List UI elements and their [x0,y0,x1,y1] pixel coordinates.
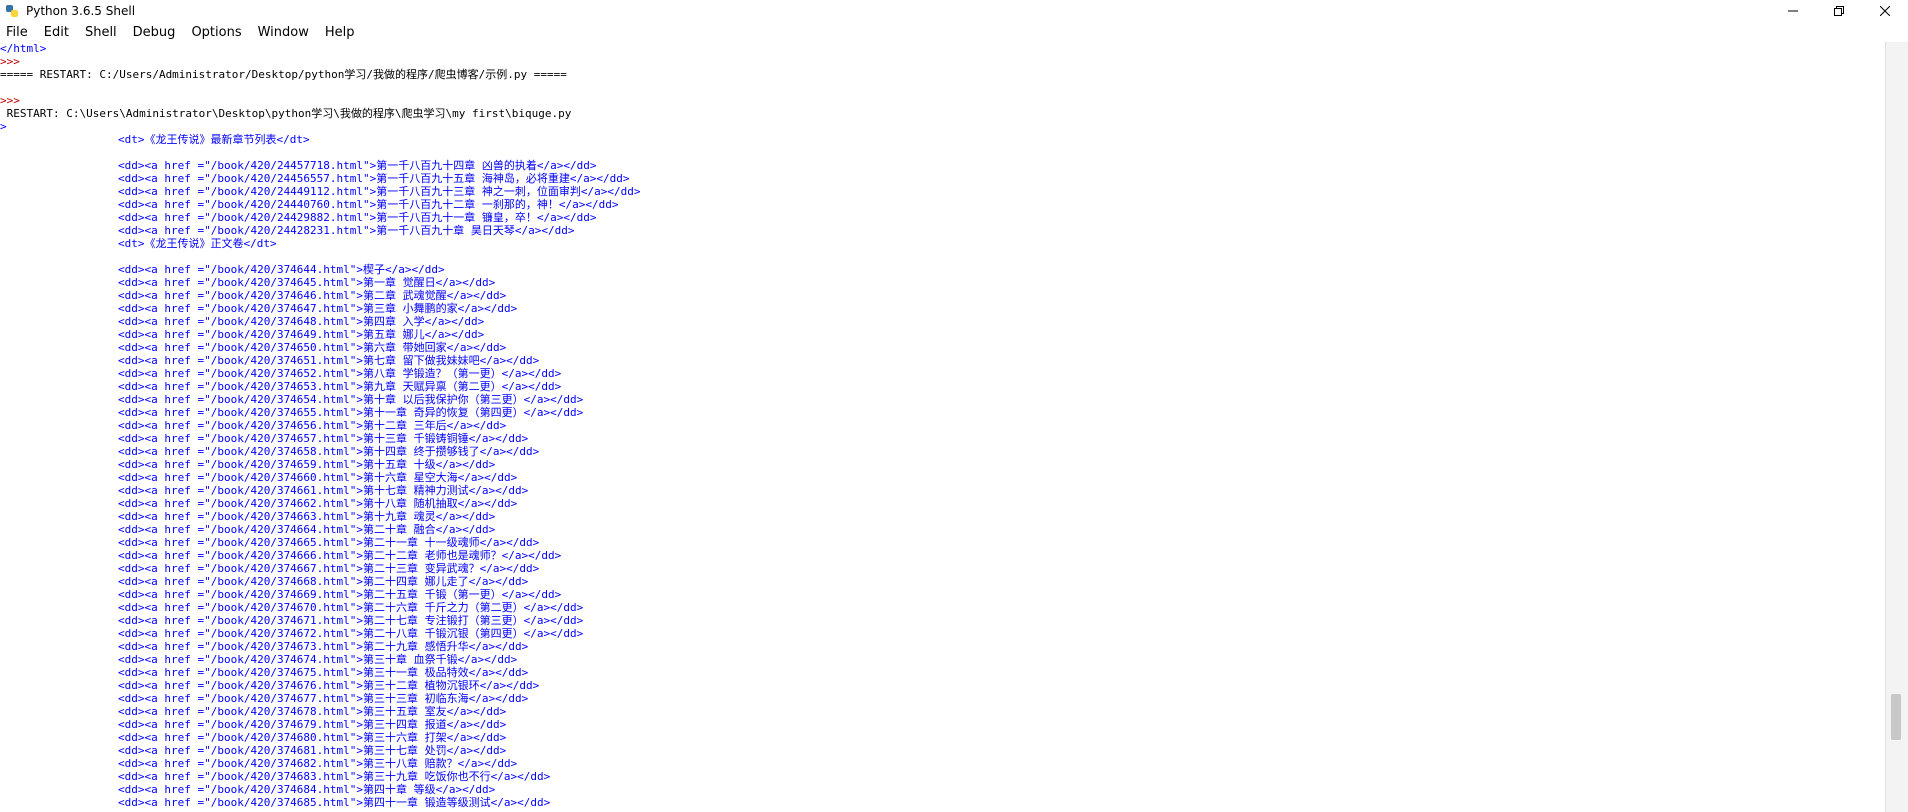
output-line: <dd><a href ="/book/420/374684.html">第四十… [118,783,496,796]
output-line: <dd><a href ="/book/420/374646.html">第二章… [118,289,507,302]
output-line: <dd><a href ="/book/420/374659.html">第十五… [118,458,496,471]
minimize-button[interactable] [1770,0,1816,22]
output-line: <dd><a href ="/book/420/374667.html">第二十… [118,562,540,575]
output-line: <dd><a href ="/book/420/374670.html">第二十… [118,601,584,614]
menu-file[interactable]: File [0,25,36,40]
output-line: <dd><a href ="/book/420/374685.html">第四十… [118,796,551,809]
output-line: <dd><a href ="/book/420/374668.html">第二十… [118,575,529,588]
output-line: <dt>《龙王传说》正文卷</dt> [118,237,277,250]
output-line: <dd><a href ="/book/420/374660.html">第十六… [118,471,518,484]
output-line: <dd><a href ="/book/420/374666.html">第二十… [118,549,562,562]
restore-icon [1834,6,1844,16]
shell-line: >>> [0,55,27,68]
close-icon [1880,6,1890,16]
output-line: <dd><a href ="/book/420/374651.html">第七章… [118,354,540,367]
menu-edit[interactable]: Edit [36,25,77,40]
output-line: <dd><a href ="/book/420/374679.html">第三十… [118,718,507,731]
output-line: <dd><a href ="/book/420/374644.html">楔子<… [118,263,445,276]
output-line: <dd><a href ="/book/420/374672.html">第二十… [118,627,584,640]
output-line: <dd><a href ="/book/420/374681.html">第三十… [118,744,507,757]
shell-output[interactable]: </html> >>> ===== RESTART: C:/Users/Admin… [0,42,1886,812]
menu-window[interactable]: Window [250,25,317,40]
title-bar: Python 3.6.5 Shell [0,0,1908,22]
shell-line: > [0,120,7,133]
output-line: <dd><a href ="/book/420/374647.html">第三章… [118,302,518,315]
menu-debug[interactable]: Debug [125,25,184,40]
output-line: <dd><a href ="/book/420/374657.html">第十三… [118,432,529,445]
shell-line: RESTART: C:\Users\Administrator\Desktop\… [0,107,572,120]
output-line: <dd><a href ="/book/420/374683.html">第三十… [118,770,551,783]
output-line: <dt>《龙王传说》最新章节列表</dt> [118,133,310,146]
program-output: <dt>《龙王传说》最新章节列表</dt> <dd><a href ="/book… [0,133,1886,809]
output-line: <dd><a href ="/book/420/374654.html">第十章… [118,393,584,406]
output-line: <dd><a href ="/book/420/24429882.html">第… [118,211,597,224]
output-line: <dd><a href ="/book/420/374676.html">第三十… [118,679,540,692]
output-line: <dd><a href ="/book/420/24449112.html">第… [118,185,641,198]
output-line: <dd><a href ="/book/420/24456557.html">第… [118,172,630,185]
output-line: <dd><a href ="/book/420/374665.html">第二十… [118,536,540,549]
output-line: <dd><a href ="/book/420/374663.html">第十九… [118,510,496,523]
shell-line: </html> [0,42,47,55]
output-line: <dd><a href ="/book/420/374656.html">第十二… [118,419,507,432]
output-line: <dd><a href ="/book/420/374664.html">第二十… [118,523,496,536]
output-line: <dd><a href ="/book/420/374674.html">第三十… [118,653,518,666]
output-line: <dd><a href ="/book/420/374680.html">第三十… [118,731,507,744]
output-line: <dd><a href ="/book/420/374675.html">第三十… [118,666,529,679]
menu-bar: File Edit Shell Debug Options Window Help [0,22,1908,42]
shell-line: ===== RESTART: C:/Users/Administrator/De… [0,68,567,81]
output-line: <dd><a href ="/book/420/374678.html">第三十… [118,705,507,718]
output-line: <dd><a href ="/book/420/374645.html">第一章… [118,276,496,289]
close-button[interactable] [1862,0,1908,22]
window-title: Python 3.6.5 Shell [26,4,136,18]
minimize-icon [1788,10,1798,12]
menu-shell[interactable]: Shell [77,25,125,40]
output-line: <dd><a href ="/book/420/374653.html">第九章… [118,380,562,393]
output-line: <dd><a href ="/book/420/374682.html">第三十… [118,757,518,770]
output-line: <dd><a href ="/book/420/374650.html">第六章… [118,341,507,354]
output-line: <dd><a href ="/book/420/24457718.html">第… [118,159,597,172]
output-line: <dd><a href ="/book/420/374677.html">第三十… [118,692,529,705]
output-line: <dd><a href ="/book/420/24428231.html">第… [118,224,575,237]
scrollbar-thumb[interactable] [1891,694,1901,740]
output-line: <dd><a href ="/book/420/374655.html">第十一… [118,406,584,419]
output-line: <dd><a href ="/book/420/374648.html">第四章… [118,315,485,328]
menu-help[interactable]: Help [317,25,363,40]
output-line: <dd><a href ="/book/420/374662.html">第十八… [118,497,518,510]
vertical-scrollbar[interactable] [1885,42,1908,812]
window-controls [1770,0,1908,22]
output-line: <dd><a href ="/book/420/374661.html">第十七… [118,484,529,497]
menu-options[interactable]: Options [183,25,249,40]
python-icon [4,3,20,19]
shell-line: >>> [0,94,27,107]
output-line: <dd><a href ="/book/420/374669.html">第二十… [118,588,562,601]
output-line: <dd><a href ="/book/420/374673.html">第二十… [118,640,529,653]
output-line: <dd><a href ="/book/420/374658.html">第十四… [118,445,540,458]
output-line: <dd><a href ="/book/420/24440760.html">第… [118,198,619,211]
output-line: <dd><a href ="/book/420/374649.html">第五章… [118,328,485,341]
restore-button[interactable] [1816,0,1862,22]
output-line: <dd><a href ="/book/420/374671.html">第二十… [118,614,584,627]
output-line: <dd><a href ="/book/420/374652.html">第八章… [118,367,562,380]
